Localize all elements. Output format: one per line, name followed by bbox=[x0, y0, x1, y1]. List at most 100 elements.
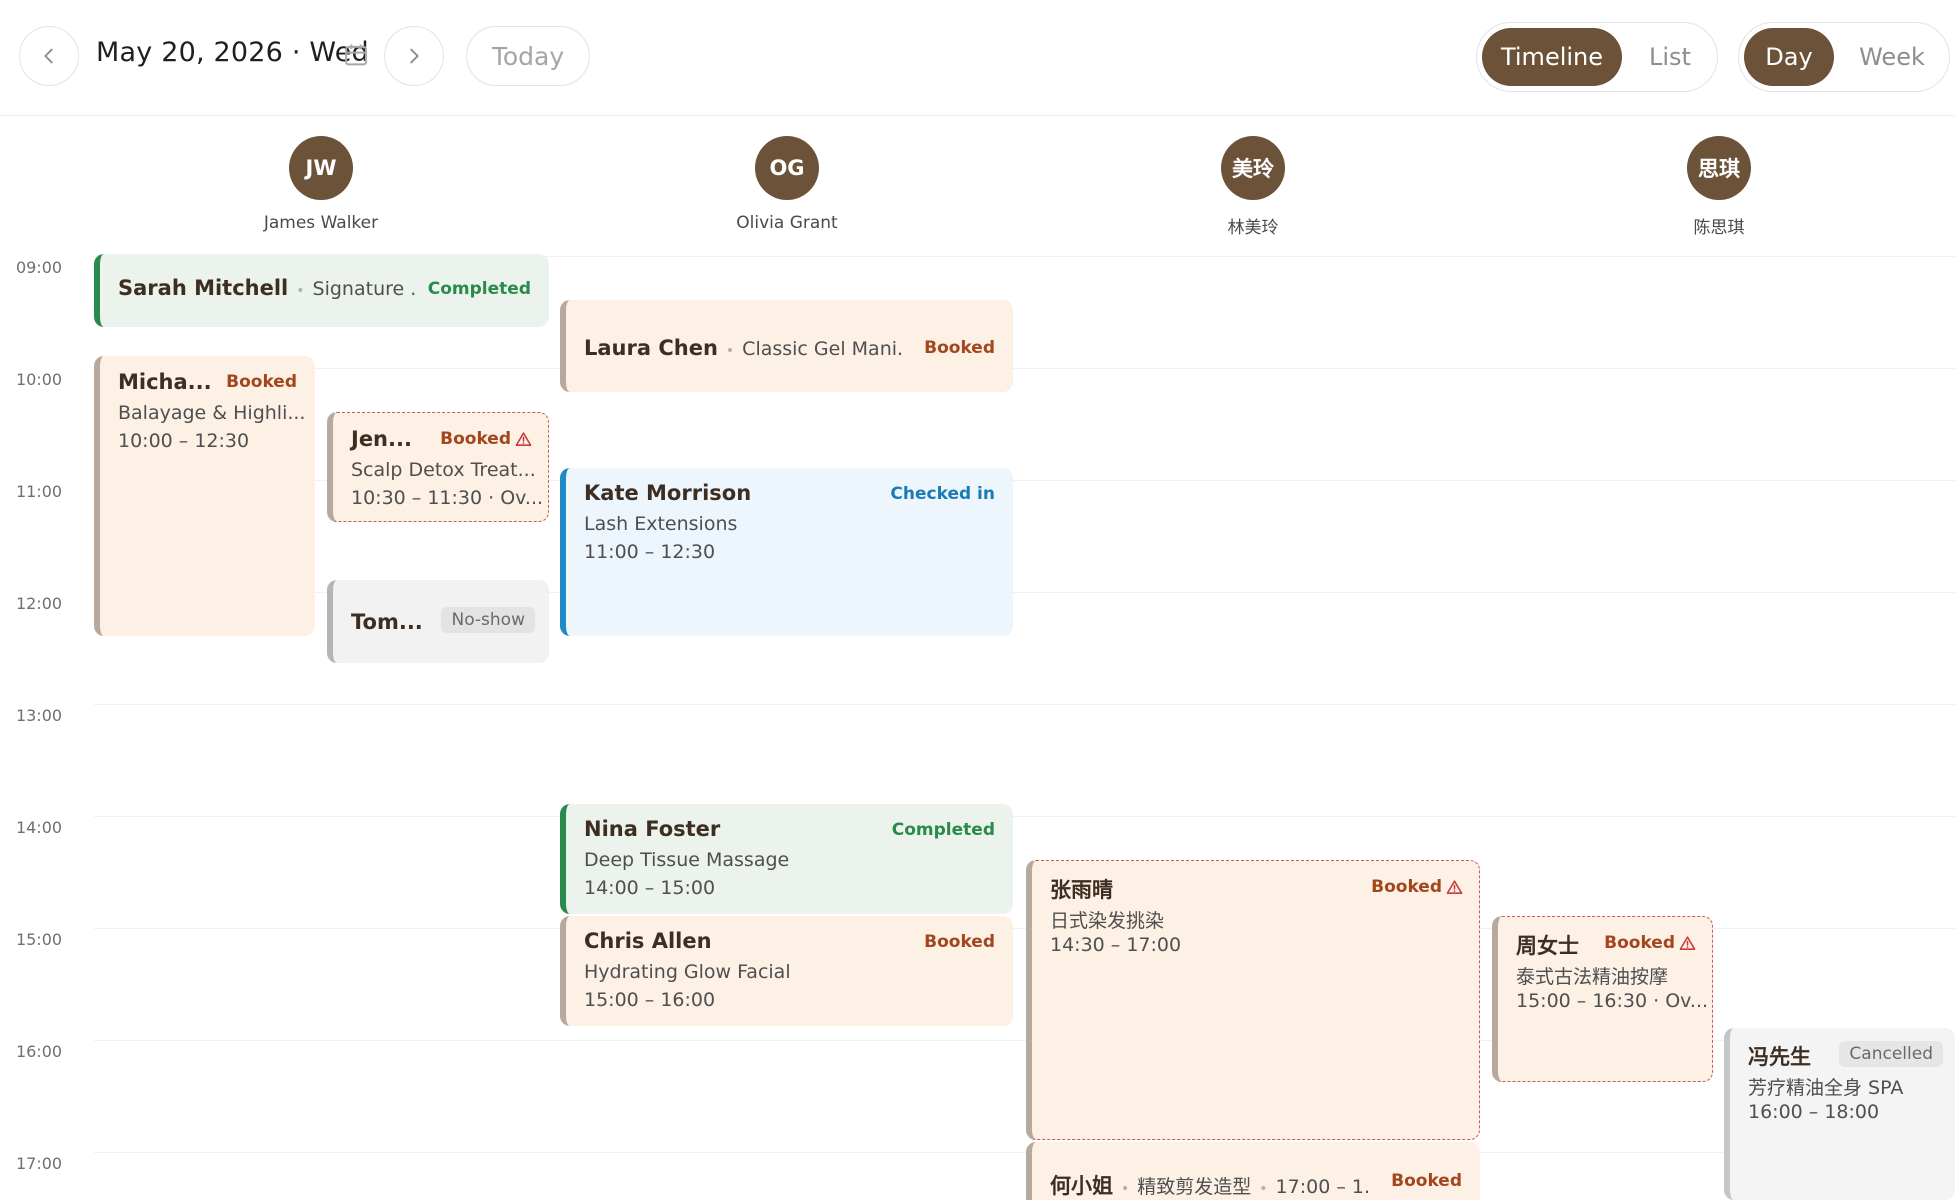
appointment-card[interactable]: Jen... Booked Scalp Detox Treat... 10:30… bbox=[327, 412, 549, 522]
appointment-card[interactable]: Chris Allen Booked Hydrating Glow Facial… bbox=[560, 916, 1013, 1026]
service-name: Lash Extensions bbox=[584, 513, 738, 535]
appointment-card[interactable]: Sarah Mitchell • Signature ... Completed bbox=[94, 254, 549, 327]
appointment-time: 10:30 – 11:30 · Ov... bbox=[351, 487, 541, 509]
staff-column-header[interactable]: OG Olivia Grant bbox=[687, 136, 887, 233]
client-name: Micha... bbox=[118, 370, 212, 394]
service-name: 日式染发挑染 bbox=[1050, 910, 1165, 932]
status-badge: Booked bbox=[1391, 1171, 1462, 1191]
day-range-button[interactable]: Day bbox=[1744, 28, 1834, 86]
calendar-header: May 20, 2026 · Wed Today Timeline List D… bbox=[0, 0, 1955, 116]
appointment-summary: 何小姐 • 精致剪发造型 • 17:00 – 1... bbox=[1050, 1170, 1370, 1200]
hour-label: 14:00 bbox=[15, 818, 63, 837]
service-name: 精致剪发造型 bbox=[1137, 1176, 1252, 1198]
avatar: 思琪 bbox=[1687, 136, 1751, 200]
service-name: 芳疗精油全身 SPA bbox=[1748, 1077, 1904, 1099]
list-view-button[interactable]: List bbox=[1627, 28, 1713, 86]
appointment-time: 14:30 – 17:00 bbox=[1050, 934, 1182, 956]
service-name: Hydrating Glow Facial bbox=[584, 961, 791, 983]
avatar: JW bbox=[289, 136, 353, 200]
view-mode-toggle: Timeline List bbox=[1476, 22, 1718, 92]
hour-label: 13:00 bbox=[15, 706, 63, 725]
next-day-button[interactable] bbox=[384, 26, 444, 86]
appointment-card[interactable]: Tom... No-show bbox=[327, 580, 549, 663]
appointment-time: 15:00 – 16:30 · Ov... bbox=[1516, 990, 1706, 1012]
service-name: Classic Gel Mani... bbox=[742, 338, 904, 360]
status-badge: Booked bbox=[1371, 877, 1463, 897]
status-badge: Completed bbox=[427, 279, 531, 299]
client-name: Tom... bbox=[351, 610, 423, 634]
today-button[interactable]: Today bbox=[466, 26, 590, 86]
timeline-view-button[interactable]: Timeline bbox=[1482, 28, 1622, 86]
staff-column-header[interactable]: 美玲 林美玲 bbox=[1153, 136, 1353, 238]
staff-name: 陈思琪 bbox=[1693, 218, 1745, 238]
status-badge: Booked bbox=[1604, 933, 1696, 953]
hour-label: 15:00 bbox=[15, 930, 63, 949]
appointment-time: 11:00 – 12:30 bbox=[584, 541, 716, 563]
service-name: Scalp Detox Treat... bbox=[351, 459, 536, 481]
appointment-card[interactable]: Nina Foster Completed Deep Tissue Massag… bbox=[560, 804, 1013, 914]
client-name: Nina Foster bbox=[584, 817, 721, 841]
client-name: Sarah Mitchell bbox=[118, 276, 289, 300]
appointment-summary: Laura Chen • Classic Gel Mani... bbox=[584, 336, 904, 360]
status-badge: No-show bbox=[441, 607, 535, 633]
staff-column-header[interactable]: 思琪 陈思琪 bbox=[1619, 136, 1819, 238]
range-toggle: Day Week bbox=[1738, 22, 1950, 92]
hour-gridline bbox=[94, 368, 1955, 369]
calendar-icon[interactable] bbox=[342, 41, 370, 69]
appointment-time: 14:00 – 15:00 bbox=[584, 877, 716, 899]
current-date: May 20, 2026 · Wed bbox=[96, 37, 369, 68]
status-badge: Booked bbox=[924, 932, 995, 952]
appointment-time: 16:00 – 18:00 bbox=[1748, 1101, 1880, 1123]
appointment-summary: Sarah Mitchell • Signature ... bbox=[118, 276, 418, 300]
client-name: Jen... bbox=[351, 427, 412, 451]
appointment-card[interactable]: 何小姐 • 精致剪发造型 • 17:00 – 1... Booked bbox=[1026, 1142, 1480, 1200]
service-name: Deep Tissue Massage bbox=[584, 849, 790, 871]
chevron-left-icon bbox=[44, 48, 53, 64]
appointment-card[interactable]: 冯先生 Cancelled 芳疗精油全身 SPA 16:00 – 18:00 bbox=[1724, 1028, 1955, 1200]
warning-icon bbox=[515, 431, 532, 448]
hour-gridline bbox=[94, 704, 1955, 705]
avatar: 美玲 bbox=[1221, 136, 1285, 200]
client-name: 何小姐 bbox=[1050, 1174, 1113, 1198]
client-name: 周女士 bbox=[1516, 934, 1579, 958]
service-name: 泰式古法精油按摩 bbox=[1516, 966, 1669, 988]
appointment-card[interactable]: Micha... Booked Balayage & Highli... 10:… bbox=[94, 356, 315, 636]
hour-gridline bbox=[94, 1152, 1955, 1153]
staff-name: Olivia Grant bbox=[736, 213, 838, 233]
client-name: Kate Morrison bbox=[584, 481, 752, 505]
appointment-card[interactable]: Kate Morrison Checked in Lash Extensions… bbox=[560, 468, 1013, 636]
status-badge: Booked bbox=[440, 429, 532, 449]
hour-label: 12:00 bbox=[15, 594, 63, 613]
appointment-card[interactable]: 张雨晴 Booked 日式染发挑染 14:30 – 17:00 bbox=[1026, 860, 1480, 1140]
client-name: 张雨晴 bbox=[1050, 878, 1113, 902]
hour-label: 09:00 bbox=[15, 258, 63, 277]
hour-label: 11:00 bbox=[15, 482, 63, 501]
status-badge: Checked in bbox=[890, 484, 995, 504]
avatar: OG bbox=[755, 136, 819, 200]
hour-label: 16:00 bbox=[15, 1042, 63, 1061]
staff-column-header[interactable]: JW James Walker bbox=[221, 136, 421, 233]
appointment-card[interactable]: 周女士 Booked 泰式古法精油按摩 15:00 – 16:30 · Ov..… bbox=[1492, 916, 1713, 1082]
appointment-time: 10:00 – 12:30 bbox=[118, 430, 250, 452]
staff-name: 林美玲 bbox=[1227, 218, 1279, 238]
appointment-time: 17:00 – 1... bbox=[1275, 1176, 1370, 1198]
warning-icon bbox=[1446, 879, 1463, 896]
client-name: Laura Chen bbox=[584, 336, 718, 360]
chevron-right-icon bbox=[410, 48, 419, 64]
client-name: 冯先生 bbox=[1748, 1045, 1811, 1069]
week-range-button[interactable]: Week bbox=[1839, 28, 1945, 86]
hour-label: 17:00 bbox=[15, 1154, 63, 1173]
warning-icon bbox=[1679, 935, 1696, 952]
staff-name: James Walker bbox=[263, 213, 379, 233]
prev-day-button[interactable] bbox=[19, 26, 79, 86]
client-name: Chris Allen bbox=[584, 929, 712, 953]
status-badge: Cancelled bbox=[1839, 1041, 1943, 1067]
appointment-card[interactable]: Laura Chen • Classic Gel Mani... Booked bbox=[560, 300, 1013, 392]
service-name: Signature ... bbox=[312, 278, 418, 300]
hour-gridline bbox=[94, 816, 1955, 817]
hour-label: 10:00 bbox=[15, 370, 63, 389]
status-badge: Booked bbox=[924, 338, 995, 358]
appointment-time: 15:00 – 16:00 bbox=[584, 989, 716, 1011]
status-badge: Completed bbox=[891, 820, 995, 840]
service-name: Balayage & Highli... bbox=[118, 402, 306, 424]
